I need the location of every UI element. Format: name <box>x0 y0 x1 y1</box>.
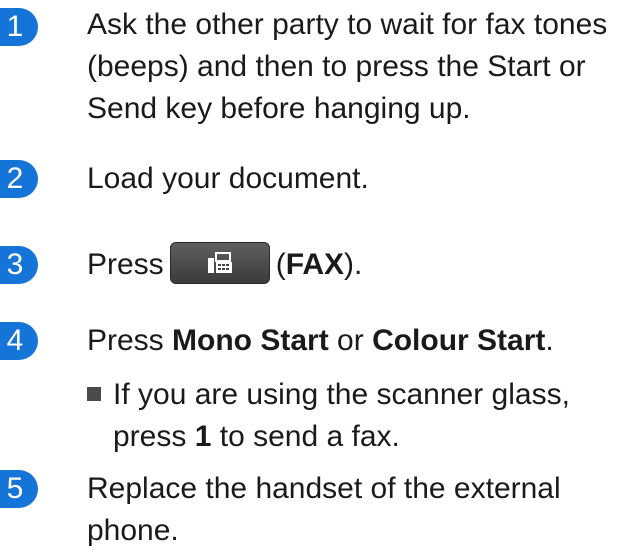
fax-key-button[interactable] <box>169 242 270 285</box>
mono-start-key: Mono Start <box>172 324 329 357</box>
step-text: Ask the other party to wait for fax tone… <box>87 8 608 125</box>
substep: If you are using the scanner glass, pres… <box>87 374 627 458</box>
step-number-badge: 4 <box>0 322 38 360</box>
fax-icon <box>207 252 232 274</box>
step-text: Load your document. <box>87 162 369 195</box>
square-bullet-icon <box>87 387 101 401</box>
step-prefix: Press <box>87 248 164 281</box>
colour-start-key: Colour Start <box>372 324 546 357</box>
step-text: Replace the handset of the external phon… <box>87 472 561 547</box>
step-number-badge: 2 <box>0 160 38 198</box>
step-text: Press (FAX). <box>87 242 627 286</box>
step-number-badge: 3 <box>0 246 38 284</box>
step-number-badge: 5 <box>0 470 38 508</box>
step-text: Press Mono Start or Colour Start. <box>87 324 554 357</box>
step-number-badge: 1 <box>0 8 38 46</box>
fax-key-label: FAX <box>285 248 345 281</box>
